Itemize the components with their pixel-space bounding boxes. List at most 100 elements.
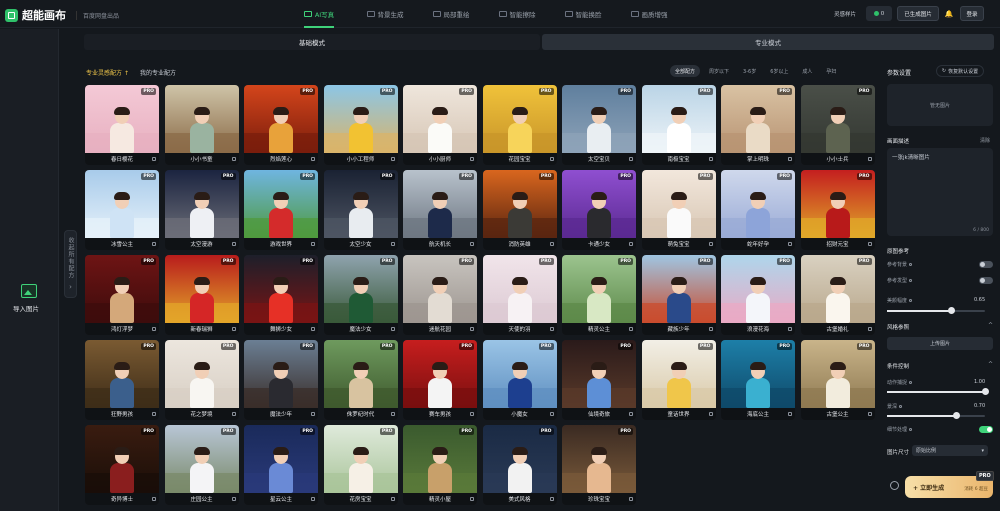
favorite-icon[interactable] [152, 497, 156, 501]
filter-4[interactable]: 成人 [797, 65, 817, 77]
favorite-icon[interactable] [867, 327, 872, 331]
template-card[interactable]: PRO 海底公主 [721, 340, 795, 420]
favorite-icon[interactable] [311, 497, 315, 501]
template-card[interactable]: PRO 赛车男孩 [403, 340, 477, 420]
template-card[interactable]: PRO 小魔女 [482, 340, 557, 420]
template-card[interactable]: PRO 庄园公主 [164, 425, 239, 505]
template-card[interactable]: PRO 太空少女 [323, 170, 398, 250]
template-card[interactable]: PRO 童话世界 [641, 340, 716, 420]
template-card[interactable]: PRO 美式风格 [482, 425, 557, 505]
favorite-icon[interactable] [152, 412, 156, 416]
favorite-icon[interactable] [549, 412, 554, 416]
favorite-icon[interactable] [788, 412, 792, 416]
favorite-icon[interactable] [708, 412, 713, 416]
favorite-icon[interactable] [549, 327, 554, 331]
template-card[interactable]: PRO 魔法少年 [244, 340, 318, 420]
template-card[interactable]: PRO 烈焰莲心 [244, 85, 318, 165]
filter-2[interactable]: 3-6岁 [738, 65, 761, 77]
favorite-icon[interactable] [231, 242, 236, 246]
template-card[interactable]: PRO 迷航花园 [403, 255, 477, 335]
nav-item-3[interactable]: 智能擦除 [484, 0, 550, 28]
favorite-icon[interactable] [708, 157, 713, 161]
prompt-textarea[interactable]: 一张jk清晰图片 6 / 800 [887, 148, 993, 236]
favorite-icon[interactable] [629, 157, 633, 161]
favorite-icon[interactable] [549, 497, 554, 501]
favorite-icon[interactable] [470, 412, 474, 416]
favorite-icon[interactable] [867, 157, 872, 161]
template-card[interactable]: PRO 魔法少女 [323, 255, 398, 335]
template-card[interactable]: PRO 舞狮少女 [244, 255, 318, 335]
tab-basic-mode[interactable]: 基础模式 [84, 34, 540, 50]
clear-desc-button[interactable]: 清除 [980, 137, 990, 144]
template-card[interactable]: PRO 侏罗纪时代 [323, 340, 398, 420]
template-card[interactable]: PRO 精灵公主 [562, 255, 636, 335]
filter-5[interactable]: 孕妇 [821, 65, 841, 77]
template-card[interactable]: PRO 冰雪公主 [85, 170, 159, 250]
template-card[interactable]: PRO 星云公主 [244, 425, 318, 505]
favorite-icon[interactable] [231, 157, 236, 161]
nav-item-5[interactable]: 画质增强 [616, 0, 682, 28]
collapse-recipes-button[interactable]: 收起所有配方 › [64, 230, 77, 298]
template-card[interactable]: PRO 小小工程师 [323, 85, 398, 165]
credit-balance[interactable]: 0 [866, 6, 892, 21]
tab-pro-mode[interactable]: 专业模式 [542, 34, 994, 50]
favorite-icon[interactable] [867, 412, 872, 416]
favorite-icon[interactable] [867, 242, 872, 246]
favorite-icon[interactable] [390, 157, 395, 161]
bell-icon[interactable]: 🔔 [944, 6, 954, 21]
slider-handle[interactable] [952, 412, 960, 419]
slider-handle[interactable] [947, 307, 955, 314]
template-card[interactable]: PRO 古堡公主 [800, 340, 875, 420]
template-card[interactable]: PRO 藏族少年 [641, 255, 716, 335]
template-card[interactable]: PRO 精灵小屋 [403, 425, 477, 505]
favorite-icon[interactable] [470, 157, 474, 161]
favorite-icon[interactable] [629, 327, 633, 331]
template-card[interactable]: PRO 游戏世界 [244, 170, 318, 250]
favorite-icon[interactable] [788, 242, 792, 246]
favorite-icon[interactable] [470, 497, 474, 501]
slider-handle[interactable] [982, 388, 989, 395]
favorite-icon[interactable] [390, 497, 395, 501]
subtab-1[interactable]: 我的专业配方 [140, 68, 176, 77]
template-card[interactable]: PRO 消防英雄 [482, 170, 557, 250]
reset-defaults-button[interactable]: ↻ 恢复默认设置 [936, 65, 984, 77]
import-image-button[interactable]: 导入图片 [13, 284, 45, 313]
favorite-icon[interactable] [152, 242, 156, 246]
template-card[interactable]: 小小书童 [164, 85, 239, 165]
template-card[interactable]: PRO 南极宝宝 [641, 85, 716, 165]
favorite-icon[interactable] [311, 242, 315, 246]
template-card[interactable]: PRO 天使的羽 [482, 255, 557, 335]
favorite-icon[interactable] [629, 497, 633, 501]
template-card[interactable]: PRO 仙境奇旅 [562, 340, 636, 420]
favorite-icon[interactable] [152, 157, 156, 161]
template-card[interactable]: PRO 狂野男孩 [85, 340, 159, 420]
favorite-icon[interactable] [788, 157, 792, 161]
filter-0[interactable]: 全部配方 [670, 65, 701, 77]
template-card[interactable]: PRO 小小厨师 [403, 85, 477, 165]
favorite-icon[interactable] [231, 497, 236, 501]
favorite-icon[interactable] [629, 242, 633, 246]
favorite-icon[interactable] [390, 412, 395, 416]
settings-icon[interactable] [890, 481, 899, 490]
inspiration-samples-link[interactable]: 灵感样片 [830, 6, 860, 21]
favorite-icon[interactable] [390, 242, 395, 246]
favorite-icon[interactable] [549, 242, 554, 246]
template-card[interactable]: PRO 奇异博士 [85, 425, 159, 505]
favorite-icon[interactable] [470, 327, 474, 331]
favorite-icon[interactable] [470, 242, 474, 246]
image-preview-box[interactable]: 管无图片 [887, 84, 993, 126]
template-card[interactable]: PRO 珍珠宝宝 [562, 425, 636, 505]
nav-item-2[interactable]: 局部重绘 [418, 0, 484, 28]
template-card[interactable]: PRO 太空宝贝 [562, 85, 636, 165]
subtab-0[interactable]: 专业灵感配方 ↑ [86, 68, 129, 77]
upload-style-button[interactable]: 上传图片 [887, 337, 993, 350]
detail-toggle[interactable] [979, 425, 993, 433]
favorite-icon[interactable] [311, 412, 315, 416]
template-card[interactable]: PRO 春日樱花 [85, 85, 159, 165]
beauty-slider[interactable] [887, 307, 985, 314]
ref-hair-toggle[interactable] [979, 276, 993, 284]
template-card[interactable]: PRO 蛇年好孕 [721, 170, 795, 250]
template-card[interactable]: PRO 新春瑞狮 [164, 255, 239, 335]
template-card[interactable]: PRO 花房宝宝 [323, 425, 398, 505]
template-card[interactable]: PRO 招财元宝 [800, 170, 875, 250]
